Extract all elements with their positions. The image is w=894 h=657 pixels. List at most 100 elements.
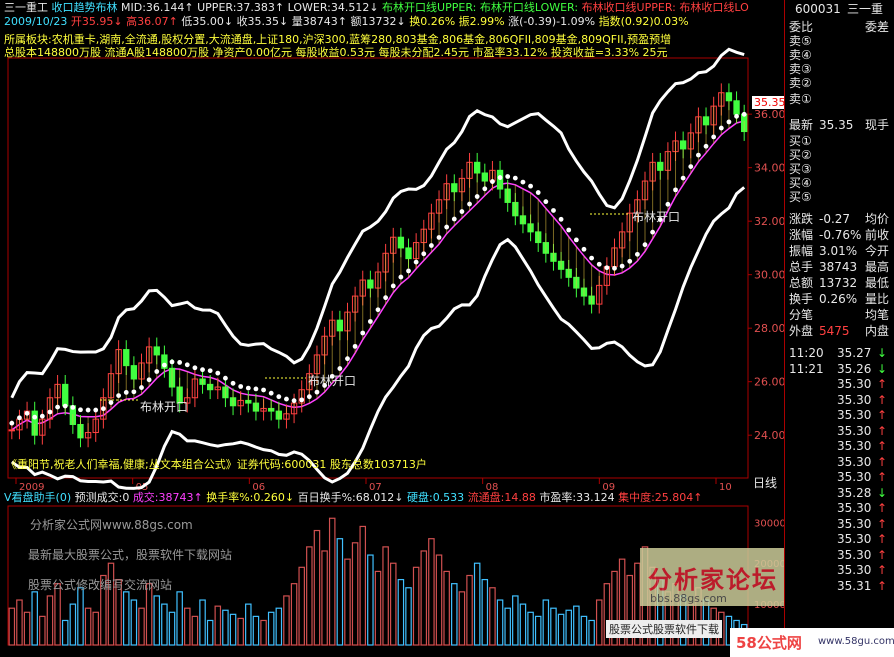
candle-body-62	[481, 172, 488, 182]
tick-dir-1: ↓	[877, 361, 888, 376]
signal-dot-69	[535, 190, 541, 195]
tick-price-6: 35.30	[837, 439, 872, 453]
signal-dot-63	[490, 179, 495, 184]
volume-bar-7	[61, 619, 69, 646]
signal-dot-89	[688, 164, 694, 169]
tick-dir-5: ↑	[877, 423, 888, 438]
tick-price-14: 35.30	[837, 563, 872, 577]
volume-bar-17	[138, 607, 145, 646]
tick-dir-11: ↑	[877, 516, 888, 531]
volume-bar-58	[451, 583, 458, 646]
signal-dot-50	[390, 283, 396, 289]
signal-dot-15	[123, 389, 129, 395]
signal-dot-30	[238, 384, 244, 389]
quote-col2-16: 最低	[865, 276, 890, 290]
signal-dot-62	[482, 186, 488, 192]
tick-dir-6: ↑	[877, 439, 888, 453]
quote-col2-13: 前收	[865, 228, 890, 242]
volume-bar-76	[588, 619, 595, 646]
volume-bar-1	[16, 599, 23, 646]
signal-dot-92	[711, 134, 717, 140]
tick-price-3: 35.30	[837, 392, 872, 407]
volume-bar-28	[222, 609, 229, 646]
candle-body-58	[451, 183, 458, 193]
tick-dir-0: ↓	[877, 346, 888, 360]
volume-bar-46	[359, 525, 367, 646]
price-tick-label-1: 26.00	[754, 376, 784, 389]
quote-col2-12: 均价	[865, 212, 890, 226]
tick-dir-8: ↑	[877, 470, 888, 484]
candle-body-94	[725, 92, 733, 102]
forum-logo-url: bbs.88gs.com	[650, 592, 727, 605]
signal-dot-61	[474, 194, 480, 199]
signal-dot-88	[680, 175, 686, 181]
volume-bar-56	[435, 554, 443, 646]
ind-seg-8: 集中度:25.804↑	[618, 491, 703, 504]
signal-dot-20	[161, 362, 167, 368]
signal-dot-96	[741, 111, 747, 117]
forum-logo-text: 分析家论坛	[648, 566, 778, 594]
tick-dir-4: ↑	[877, 408, 888, 422]
quote-col2-14: 今开	[865, 244, 890, 258]
site-logo: 58公式网 www.58gu.com	[730, 628, 894, 657]
quote-label-6: 最新	[789, 118, 814, 132]
signal-dot-51	[398, 274, 404, 280]
ind-seg-2: 成交:38743↑	[132, 491, 207, 504]
signal-dot-8	[70, 405, 76, 410]
signal-dot-86	[665, 201, 671, 207]
signal-dot-75	[581, 246, 587, 252]
volume-bar-59	[458, 591, 466, 646]
volume-tick-label-2: 300000	[754, 518, 784, 529]
tick-price-7: 35.30	[837, 454, 872, 469]
volume-bar-72	[557, 613, 565, 646]
signal-dot-65	[505, 174, 511, 179]
candle-body-47	[367, 279, 374, 289]
quote-value-13: -0.76%	[819, 228, 862, 242]
volume-bar-50	[389, 562, 397, 646]
volume-bar-0	[8, 607, 16, 646]
volume-bar-25	[199, 599, 206, 646]
bollinger-lower	[10, 186, 746, 490]
price-tick-label-3: 30.00	[754, 269, 784, 282]
volume-bar-32	[252, 615, 260, 646]
quote-value-19: 5475	[819, 324, 850, 338]
last-price-tag: 35.35	[752, 96, 788, 109]
signal-dot-93	[718, 125, 724, 131]
quote-value-6: 35.35	[819, 118, 854, 132]
signal-dot-70	[543, 199, 549, 205]
signal-dot-37	[291, 398, 297, 404]
signal-dot-95	[734, 113, 739, 119]
volume-bar-67	[519, 603, 527, 646]
volume-bar-54	[420, 550, 428, 646]
signal-dot-81	[627, 258, 633, 264]
tick-dir-3: ↑	[877, 392, 888, 407]
quote-label-2: 卖④	[789, 48, 812, 62]
signal-dot-82	[634, 251, 640, 257]
stock-name: 三一重	[847, 2, 884, 16]
signal-dot-24	[192, 365, 198, 371]
tick-dir-7: ↑	[877, 454, 888, 469]
signal-dot-0	[9, 420, 15, 426]
signal-dot-55	[429, 243, 434, 248]
signal-dot-59	[459, 209, 465, 214]
signal-dot-36	[284, 396, 289, 402]
volume-bar-36	[283, 595, 290, 646]
signal-dot-78	[604, 265, 610, 271]
volume-bar-30	[237, 617, 244, 646]
signal-dot-6	[55, 404, 60, 410]
stock-code: 600031	[795, 2, 841, 16]
signal-dot-2	[24, 410, 30, 416]
quote-col2-15: 最高	[865, 260, 890, 274]
signal-dot-21	[169, 359, 175, 365]
tick-price-15: 35.31	[837, 578, 872, 593]
signal-dot-47	[367, 319, 373, 324]
bottom-bar[interactable]: 股票公式股票软件下载	[606, 620, 722, 638]
quote-col2-18: 均笔	[865, 308, 890, 322]
candle-body-0	[8, 429, 15, 432]
signal-dot-4	[39, 413, 45, 419]
volume-bar-63	[489, 587, 496, 646]
quote-col2-17: 量比	[865, 292, 890, 306]
volume-bar-20	[161, 603, 168, 646]
volume-bar-41	[321, 550, 328, 646]
volume-bar-61	[473, 562, 481, 646]
